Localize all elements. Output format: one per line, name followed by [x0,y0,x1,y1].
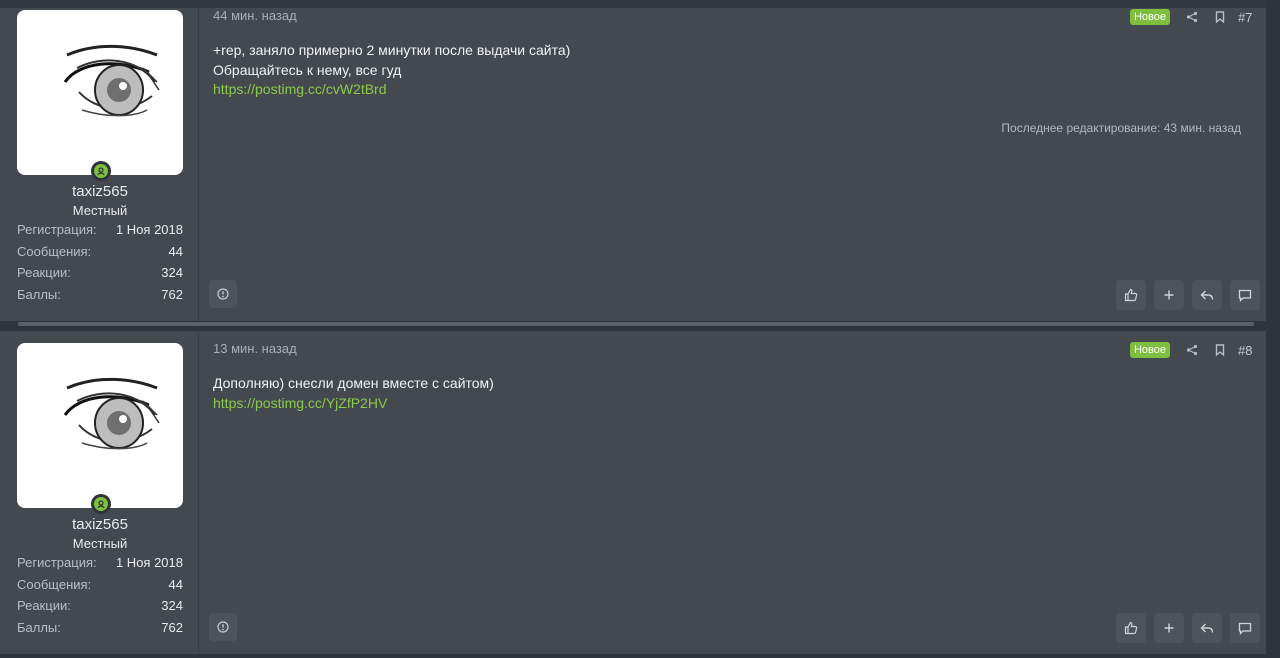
post-footer-actions [1108,280,1260,310]
add-reaction-button[interactable] [1154,280,1184,310]
reply-icon [1200,290,1214,300]
quote-button[interactable] [1230,280,1260,310]
username[interactable]: taxiz565 [17,516,183,533]
report-button[interactable] [209,280,237,308]
online-status-icon [91,494,111,514]
avatar[interactable] [17,10,183,175]
message-line: Обращайтесь к нему, все гуд [213,61,402,78]
thumbs-up-icon [1124,621,1138,635]
plus-icon [1164,623,1174,633]
add-reaction-button[interactable] [1154,613,1184,643]
stat-points: Баллы: 762 [17,620,183,636]
report-icon [217,621,229,633]
stat-messages: Сообщения: 44 [17,243,183,259]
user-title: Местный [72,203,128,218]
reply-button[interactable] [1192,613,1222,643]
post-time[interactable]: 44 мин. назад [213,8,297,23]
bookmark-icon[interactable] [1206,8,1234,26]
post-footer-actions [1108,613,1260,643]
stat-messages: Сообщения: 44 [17,576,183,592]
post: taxiz565 Местный Регистрация: 1 Ноя 2018 … [0,331,1268,654]
bookmark-icon[interactable] [1206,341,1234,359]
reply-icon [1200,623,1214,633]
user-title: Местный [72,536,128,551]
post-link[interactable]: https://postimg.cc/YjZfP2HV [213,394,494,414]
share-icon[interactable] [1178,8,1206,26]
post-time[interactable]: 13 мин. назад [213,341,297,356]
post-content: 44 мин. назад Новое #7 +rep, заняло прим… [209,8,1268,321]
eye-avatar-image [63,377,160,450]
plus-icon [1164,290,1174,300]
message-line: Дополняю) снесли домен вместе с сайтом) [213,375,494,391]
comment-icon [1238,289,1252,302]
stat-reactions: Реакции: 324 [17,265,183,281]
post-content: 13 мин. назад Новое #8 Дополняю) снесли … [209,331,1268,654]
scrollbar-track[interactable] [1266,0,1280,658]
like-button[interactable] [1116,280,1146,310]
stat-registration: Регистрация: 1 Ноя 2018 [17,555,183,570]
last-edited: Последнее редактирование: 43 мин. назад [1001,121,1241,135]
reply-button[interactable] [1192,280,1222,310]
post-message: +rep, заняло примерно 2 минутки после вы… [213,41,570,100]
report-icon [217,288,229,300]
user-stats: Регистрация: 1 Ноя 2018 Сообщения: 44 Реак… [17,555,183,642]
online-status-icon [91,161,111,181]
new-badge: Новое [1129,342,1170,358]
post-separator [18,322,1254,326]
eye-avatar-image [63,44,160,117]
stat-points: Баллы: 762 [17,287,183,303]
stat-registration: Регистрация: 1 Ноя 2018 [17,222,183,237]
top-strip [0,0,1280,8]
post: taxiz565 Местный Регистрация: 1 Ноя 2018 … [0,8,1268,321]
user-panel: taxiz565 Местный Регистрация: 1 Ноя 2018 … [0,8,199,321]
avatar[interactable] [17,343,183,508]
post-number[interactable]: #8 [1238,343,1258,358]
username[interactable]: taxiz565 [17,183,183,200]
stat-reactions: Реакции: 324 [17,598,183,614]
post-link[interactable]: https://postimg.cc/cvW2tBrd [213,80,570,100]
new-badge: Новое [1129,9,1170,25]
message-line: +rep, заняло примерно 2 минутки после вы… [213,42,571,58]
thumbs-up-icon [1124,288,1138,302]
post-number[interactable]: #7 [1238,10,1258,25]
quote-button[interactable] [1230,613,1260,643]
report-button[interactable] [209,613,237,641]
share-icon[interactable] [1178,341,1206,359]
post-message: Дополняю) снесли домен вместе с сайтом) … [213,374,494,413]
comment-icon [1238,622,1252,635]
post-header-actions: Новое #8 [1129,341,1258,359]
user-stats: Регистрация: 1 Ноя 2018 Сообщения: 44 Реак… [17,222,183,309]
post-header-actions: Новое #7 [1129,8,1258,26]
user-panel: taxiz565 Местный Регистрация: 1 Ноя 2018 … [0,331,199,654]
like-button[interactable] [1116,613,1146,643]
